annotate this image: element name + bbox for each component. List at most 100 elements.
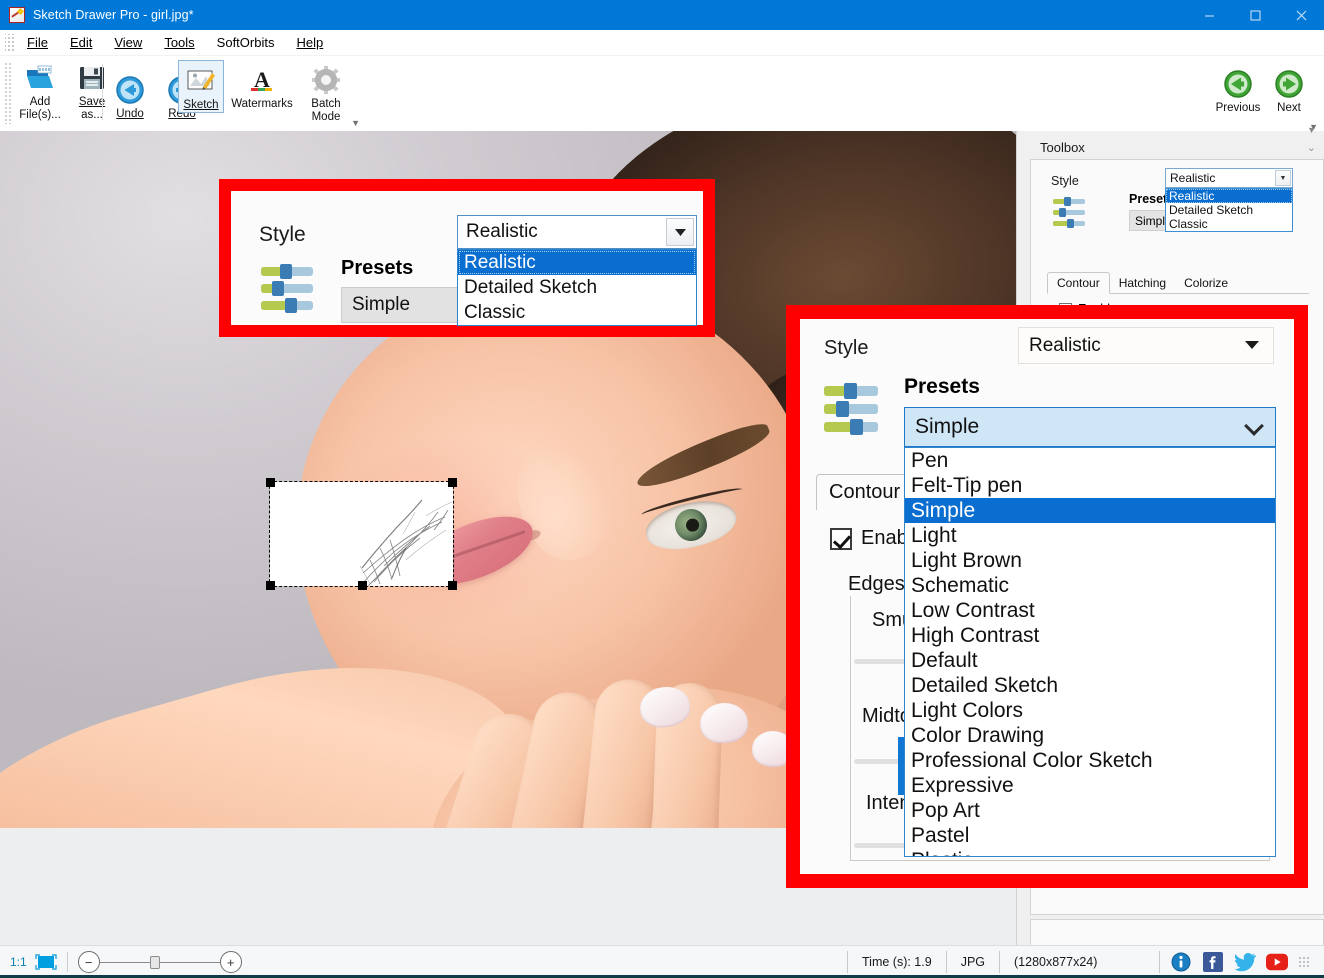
callout-presets-chevron-down-icon[interactable] (1244, 416, 1264, 436)
undo-text: Undo (116, 108, 144, 120)
preset-option-expressive[interactable]: Expressive (905, 773, 1275, 798)
toolbar-grip-icon[interactable] (4, 62, 11, 124)
watermarks-button[interactable]: A Watermarks (224, 60, 300, 111)
sketch-text: Sketch (183, 99, 218, 111)
callout-presets-dropdown-list[interactable]: Pen Felt-Tip pen Simple Light Light Brow… (904, 447, 1276, 857)
toolbox-style-option-classic[interactable]: Classic (1166, 217, 1292, 231)
batch-mode-button[interactable]: Batch Mode (300, 60, 352, 124)
next-icon (1273, 68, 1305, 100)
callout-presets-style-chevron-down-icon[interactable] (1245, 341, 1259, 349)
previous-button[interactable]: Previous (1210, 64, 1266, 115)
batch-line1: Batch (311, 98, 340, 110)
zoom-in-button[interactable]: + (220, 951, 242, 973)
facebook-icon[interactable] (1202, 951, 1224, 973)
sketch-label: Sketch (183, 99, 218, 112)
callout-presets-enable-row[interactable]: Enab (830, 527, 908, 550)
preset-option-pen[interactable]: Pen (905, 448, 1275, 473)
preset-option-pastel[interactable]: Pastel (905, 823, 1275, 848)
menu-grip-icon[interactable] (5, 34, 14, 52)
preset-option-light-colors[interactable]: Light Colors (905, 698, 1275, 723)
menu-item-tools[interactable]: Tools (153, 32, 205, 53)
selection-handle-bottom-right[interactable] (448, 581, 457, 590)
callout-presets-style-combo[interactable]: Realistic (1018, 327, 1274, 364)
close-button[interactable] (1278, 0, 1324, 30)
callout-presets-tab-contour[interactable]: Contour (816, 474, 913, 510)
preset-option-pop-art[interactable]: Pop Art (905, 798, 1275, 823)
toolbox-style-combo[interactable]: Realistic ▼ (1165, 168, 1293, 188)
preset-option-light-brown[interactable]: Light Brown (905, 548, 1275, 573)
callout-presets-style-value: Realistic (1019, 335, 1101, 357)
callout-style-combo[interactable]: Realistic (457, 215, 697, 249)
status-format: JPG (946, 951, 999, 973)
callout-style-option-detailed-sketch[interactable]: Detailed Sketch (458, 275, 696, 300)
callout-style-dropdown-list[interactable]: Realistic Detailed Sketch Classic (457, 249, 697, 326)
info-icon[interactable] (1170, 951, 1192, 973)
zoom-slider-thumb[interactable] (150, 956, 160, 969)
preset-option-professional-color-sketch[interactable]: Professional Color Sketch (905, 748, 1275, 773)
callout-style-presets-label: Presets (341, 257, 413, 280)
callout-enable-checkbox[interactable] (830, 528, 852, 550)
callout-presets-label: Presets (904, 375, 980, 399)
toolbox-style-value: Realistic (1166, 171, 1215, 185)
toolbox-top-caret-icon[interactable]: ▼ (1307, 125, 1316, 135)
youtube-icon[interactable] (1266, 951, 1288, 973)
tab-colorize[interactable]: Colorize (1175, 273, 1237, 293)
callout-style-chevron-down-icon[interactable] (666, 218, 694, 246)
preset-option-detailed-sketch[interactable]: Detailed Sketch (905, 673, 1275, 698)
selection-handle-top-right[interactable] (448, 478, 457, 487)
add-files-button[interactable]: Add File(s)... (14, 58, 66, 122)
menu-item-edit[interactable]: Edit (59, 32, 103, 53)
twitter-icon[interactable] (1234, 951, 1256, 973)
menu-item-view[interactable]: View (103, 32, 153, 53)
menu-item-help[interactable]: Help (285, 32, 334, 53)
preset-option-color-drawing[interactable]: Color Drawing (905, 723, 1275, 748)
zoom-out-button[interactable]: − (78, 951, 100, 973)
preset-option-low-contrast[interactable]: Low Contrast (905, 598, 1275, 623)
menu-item-file[interactable]: File (16, 32, 59, 53)
add-files-line1: Add (30, 96, 50, 108)
toolbox-style-chevron-down-icon[interactable]: ▼ (1275, 170, 1291, 186)
fit-to-window-fill (38, 956, 54, 968)
batch-mode-label: Batch Mode (311, 98, 340, 124)
toolbox-title: Toolbox (1040, 140, 1085, 155)
callout-style-option-classic[interactable]: Classic (458, 300, 696, 325)
callout-presets-content: Style Realistic (800, 319, 1294, 874)
undo-icon (114, 74, 146, 106)
sketch-preview-selection[interactable] (270, 482, 453, 586)
toolbox-collapse-icon[interactable]: ⌄ (1307, 141, 1316, 154)
selection-handle-top-left[interactable] (266, 478, 275, 487)
preset-option-default[interactable]: Default (905, 648, 1275, 673)
preset-option-high-contrast[interactable]: High Contrast (905, 623, 1275, 648)
resize-grip-icon[interactable] (1298, 956, 1310, 968)
selection-handle-bottom-left[interactable] (266, 581, 275, 590)
tab-contour[interactable]: Contour (1047, 272, 1110, 294)
toolbox-style-option-detailed-sketch[interactable]: Detailed Sketch (1166, 203, 1292, 217)
maximize-button[interactable] (1232, 0, 1278, 30)
next-button[interactable]: Next (1266, 64, 1312, 115)
sketch-button[interactable]: Sketch (178, 60, 224, 113)
undo-button[interactable]: Undo (104, 70, 156, 121)
preset-option-simple[interactable]: Simple (905, 498, 1275, 523)
menu-edit-label: Edit (70, 35, 92, 50)
menu-item-softorbits[interactable]: SoftOrbits (206, 32, 286, 53)
toolbox-tabs: Contour Hatching Colorize (1047, 272, 1309, 294)
toolbar-expand-icon[interactable]: ▼ (351, 118, 360, 128)
tab-hatching[interactable]: Hatching (1110, 273, 1175, 293)
callout-style-option-realistic[interactable]: Realistic (458, 250, 696, 275)
callout-enable-label: Enab (861, 527, 908, 550)
callout-presets-combo[interactable]: Simple (904, 407, 1276, 447)
preset-option-schematic[interactable]: Schematic (905, 573, 1275, 598)
toolbox-style-dropdown-list[interactable]: Realistic Detailed Sketch Classic (1165, 188, 1293, 232)
selection-handle-bottom-center[interactable] (358, 581, 367, 590)
zoom-slider[interactable]: − + (78, 951, 242, 973)
window-title: Sketch Drawer Pro - girl.jpg* (33, 8, 194, 22)
callout-style-sliders-icon (259, 263, 323, 315)
toolbox-style-option-realistic[interactable]: Realistic (1166, 189, 1292, 203)
fit-to-window-icon[interactable] (35, 954, 57, 970)
preset-option-light[interactable]: Light (905, 523, 1275, 548)
preset-option-plastic[interactable]: Plastic (905, 848, 1275, 857)
undo-label: Undo (116, 108, 144, 121)
preset-option-felt-tip-pen[interactable]: Felt-Tip pen (905, 473, 1275, 498)
minimize-button[interactable] (1186, 0, 1232, 30)
zoom-slider-track[interactable] (100, 962, 220, 963)
